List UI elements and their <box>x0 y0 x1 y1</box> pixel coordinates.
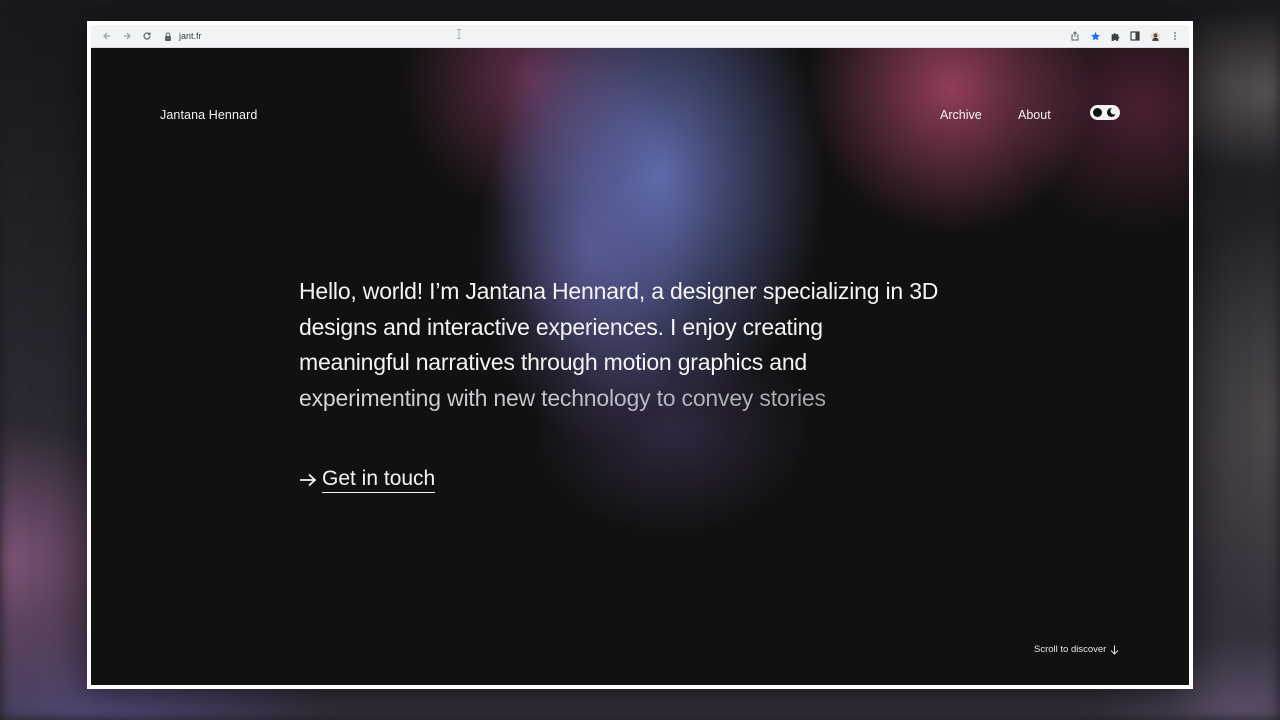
kebab-menu-icon[interactable] <box>1169 30 1181 42</box>
arrow-down-icon <box>1110 645 1119 655</box>
reload-icon[interactable] <box>139 28 155 44</box>
nav-about-link[interactable]: About <box>1018 108 1051 122</box>
scroll-to-discover[interactable]: Scroll to discover <box>1034 644 1119 655</box>
arrow-right-icon <box>299 472 317 488</box>
toggle-knob <box>1092 107 1103 118</box>
browser-window: jant.fr Jantana Hennard Archive About He… <box>87 21 1193 689</box>
toolbar-actions <box>1069 30 1181 42</box>
hero-line: designs and interactive experiences. I e… <box>299 313 823 340</box>
url-text: jant.fr <box>179 31 202 41</box>
bookmark-star-icon[interactable] <box>1089 30 1101 42</box>
hero-intro-text: Hello, world! I’m Jantana Hennard, a des… <box>299 274 1019 416</box>
hero-line: Hello, world! I’m Jantana Hennard, a des… <box>299 278 939 304</box>
hero-line-faded: experimenting with new technology to con… <box>299 381 1019 417</box>
address-bar[interactable]: jant.fr <box>163 31 202 41</box>
get-in-touch-label: Get in touch <box>322 467 436 493</box>
profile-avatar-icon[interactable] <box>1149 30 1161 42</box>
get-in-touch-link[interactable]: Get in touch <box>299 467 436 493</box>
share-icon[interactable] <box>1069 30 1081 42</box>
side-panel-icon[interactable] <box>1129 30 1141 42</box>
lock-icon <box>163 31 173 41</box>
moon-icon <box>1107 107 1117 117</box>
extensions-puzzle-icon[interactable] <box>1109 30 1121 42</box>
back-icon[interactable] <box>99 28 115 44</box>
theme-toggle-button[interactable] <box>1090 105 1120 120</box>
text-cursor-icon <box>457 29 461 39</box>
site-logo-name[interactable]: Jantana Hennard <box>160 108 257 122</box>
forward-icon[interactable] <box>119 28 135 44</box>
nav-archive-link[interactable]: Archive <box>940 108 982 122</box>
browser-toolbar: jant.fr <box>91 25 1189 48</box>
scroll-label: Scroll to discover <box>1034 644 1107 655</box>
page-viewport: Jantana Hennard Archive About Hello, wor… <box>91 48 1189 685</box>
hero-line: meaningful narratives through motion gra… <box>299 349 808 375</box>
